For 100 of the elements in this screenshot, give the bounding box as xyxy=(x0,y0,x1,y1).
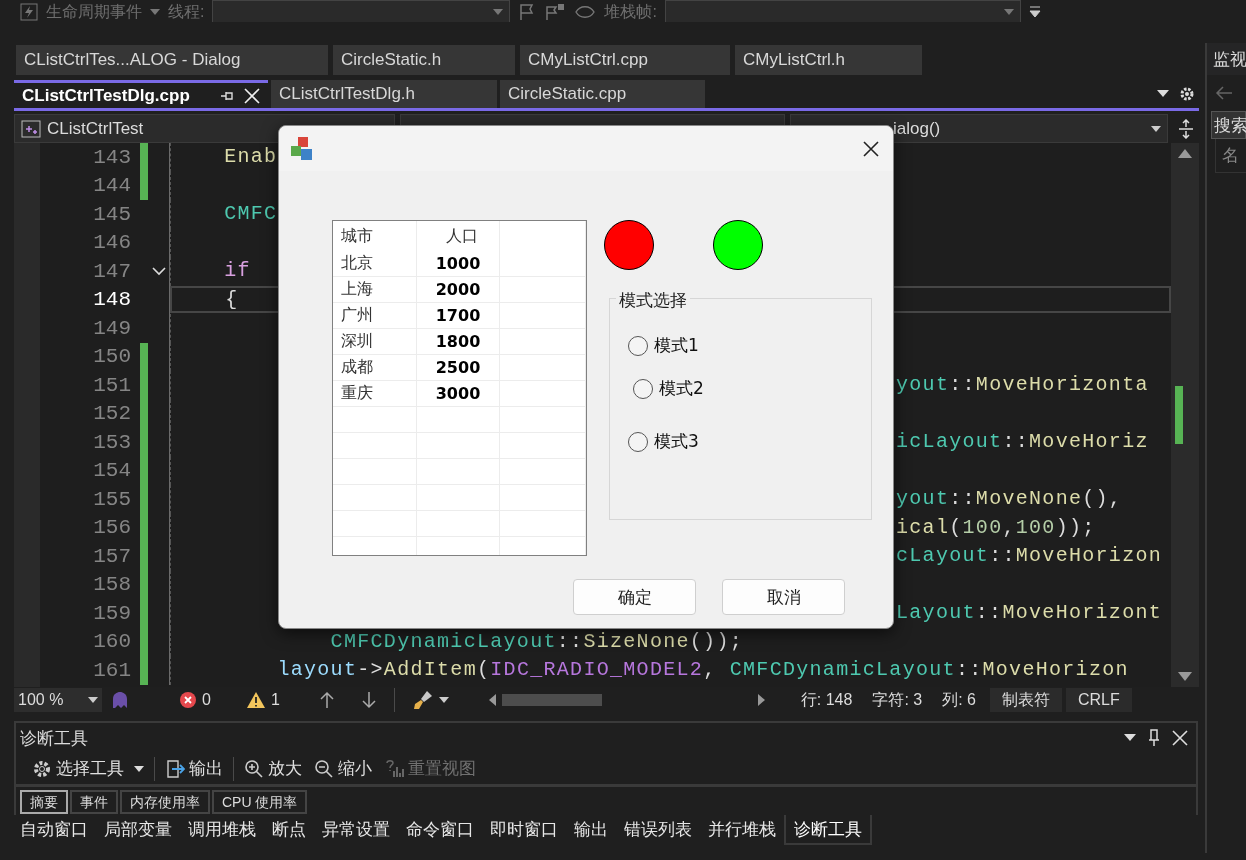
caret-icon xyxy=(1151,125,1161,132)
panel-tab[interactable]: 内存使用率 xyxy=(120,790,210,814)
table-cell: 深圳 xyxy=(333,329,417,354)
zoom-combobox[interactable]: 100 % xyxy=(14,688,102,712)
ghost-icon[interactable] xyxy=(110,690,130,710)
panel-tab[interactable]: CPU 使用率 xyxy=(212,790,308,814)
radio-button[interactable]: 模式2 xyxy=(633,377,871,400)
tool-window-tab[interactable]: 局部变量 xyxy=(96,815,180,845)
arrow-up-icon[interactable] xyxy=(319,691,334,709)
line-number: 149 xyxy=(92,316,132,340)
back-arrow-icon[interactable] xyxy=(1215,86,1233,100)
warning-count[interactable]: 1 xyxy=(270,691,280,709)
table-cell: 成都 xyxy=(333,355,417,380)
change-marker xyxy=(1175,386,1183,444)
scroll-left-icon[interactable] xyxy=(488,694,496,706)
caret-icon xyxy=(438,697,449,703)
scroll-thumb[interactable] xyxy=(501,694,602,706)
code-line: cLayout::MoveHorizon xyxy=(896,544,1163,569)
line-number: 146 xyxy=(92,231,132,255)
line-number: 160 xyxy=(92,630,132,654)
panel-tab[interactable]: 事件 xyxy=(70,790,118,814)
line-number: 159 xyxy=(92,601,132,625)
dialog-button[interactable]: 确定 xyxy=(573,579,696,615)
line-number: 156 xyxy=(92,516,132,540)
panel-title: 诊断工具 xyxy=(20,727,88,750)
scroll-down-icon[interactable] xyxy=(1178,672,1192,681)
pin-icon[interactable] xyxy=(1148,729,1160,747)
dropdown-icon[interactable] xyxy=(1157,90,1169,98)
toolbar-button[interactable]: 缩小 xyxy=(312,757,374,780)
line-number: 145 xyxy=(92,202,132,226)
line-number: 143 xyxy=(92,145,132,169)
document-tab[interactable]: CMyListCtrl.cpp xyxy=(520,45,730,75)
dropdown-icon[interactable] xyxy=(1124,734,1136,742)
caret-icon xyxy=(1003,9,1014,15)
settings-icon[interactable] xyxy=(1179,86,1195,102)
document-tab[interactable]: CMyListCtrl.h xyxy=(735,45,922,75)
tool-window-tab[interactable]: 命令窗口 xyxy=(398,815,482,845)
code-line: ical(100,100)); xyxy=(896,515,1096,540)
indent-mode[interactable]: 制表符 xyxy=(990,688,1062,712)
radio-button[interactable]: 模式1 xyxy=(628,334,871,357)
code-line: Enab xyxy=(223,145,278,170)
table-cell: 1700 xyxy=(417,303,500,328)
tool-window-tab[interactable]: 错误列表 xyxy=(616,815,700,845)
gear-icon xyxy=(32,758,52,779)
panel-title: 监视 xyxy=(1207,43,1246,75)
line-number: 155 xyxy=(92,487,132,511)
flag-icon[interactable] xyxy=(544,3,567,21)
close-icon[interactable] xyxy=(863,140,879,157)
tool-window-tab[interactable]: 输出 xyxy=(566,815,616,845)
document-tab[interactable]: CircleStatic.h xyxy=(333,45,515,75)
code-line: CMFC xyxy=(223,202,278,227)
collapse-icon[interactable] xyxy=(151,266,166,276)
vertical-scrollbar[interactable] xyxy=(1171,143,1199,687)
document-tab[interactable]: CListCtrlTes...ALOG - Dialog xyxy=(16,45,328,75)
list-view[interactable]: 城市 人口 北京 1000 上海 2000 广州 1700 深圳 1800 成都 2500 重庆 3000 xyxy=(332,220,587,556)
overflow-icon[interactable] xyxy=(1028,5,1041,19)
error-icon[interactable] xyxy=(180,692,196,708)
toolbar-button[interactable]: 放大 xyxy=(242,757,304,780)
horizontal-scrollbar[interactable] xyxy=(488,691,765,709)
code-line: layout->AddItem(IDC_RADIO_MODEL2, CMFCDynamicLayout::MoveHorizon xyxy=(276,658,1129,683)
document-tab[interactable]: CListCtrlTestDlg.h xyxy=(271,80,497,108)
warning-icon[interactable] xyxy=(246,692,265,708)
column-header: 名 xyxy=(1215,139,1246,173)
caret-icon xyxy=(150,9,160,15)
document-tab[interactable]: CircleStatic.cpp xyxy=(500,80,705,108)
arrow-down-icon[interactable] xyxy=(361,691,376,709)
stack-frame-label: 堆栈帧: xyxy=(604,1,657,22)
tool-window-tab[interactable]: 调用堆栈 xyxy=(180,815,264,845)
tool-window-tab[interactable]: 自动窗口 xyxy=(12,815,96,845)
line-ending[interactable]: CRLF xyxy=(1066,688,1132,712)
split-icon[interactable] xyxy=(1178,118,1194,139)
code-line: yout::MoveNone(), xyxy=(896,487,1123,512)
class-icon xyxy=(21,119,41,138)
tool-window-tab[interactable]: 断点 xyxy=(264,815,314,845)
line-number: 154 xyxy=(92,459,132,483)
column-header[interactable]: 人口 xyxy=(417,221,500,251)
line-number: 161 xyxy=(92,658,132,682)
brush-icon[interactable] xyxy=(412,690,433,710)
cursor-column: 列: 6 xyxy=(932,689,986,711)
toolbar-button[interactable]: 选择工具 xyxy=(30,757,146,780)
tool-window-tab[interactable]: 异常设置 xyxy=(314,815,398,845)
event-label: 生命周期事件 xyxy=(46,1,142,22)
radio-button[interactable]: 模式3 xyxy=(628,430,871,453)
table-cell: 北京 xyxy=(333,251,417,276)
tool-window-tab[interactable]: 即时窗口 xyxy=(482,815,566,845)
zoom-in-icon xyxy=(244,758,264,779)
scroll-up-icon[interactable] xyxy=(1178,149,1192,158)
column-header[interactable]: 城市 xyxy=(333,221,417,251)
line-number: 158 xyxy=(92,573,132,597)
panel-tab[interactable]: 摘要 xyxy=(20,790,68,814)
dialog-button[interactable]: 取消 xyxy=(722,579,845,615)
tool-window-tab[interactable]: 并行堆栈 xyxy=(700,815,784,845)
thread-label: 线程: xyxy=(168,1,205,22)
caret-icon xyxy=(493,9,504,15)
error-count[interactable]: 0 xyxy=(202,691,211,709)
scroll-right-icon[interactable] xyxy=(757,694,765,706)
tool-window-tab[interactable]: 诊断工具 xyxy=(784,815,872,845)
zoom-out-icon xyxy=(314,758,334,779)
toolbar-button[interactable]: 输出 xyxy=(163,757,225,780)
cursor-line: 行: 148 xyxy=(799,689,854,710)
